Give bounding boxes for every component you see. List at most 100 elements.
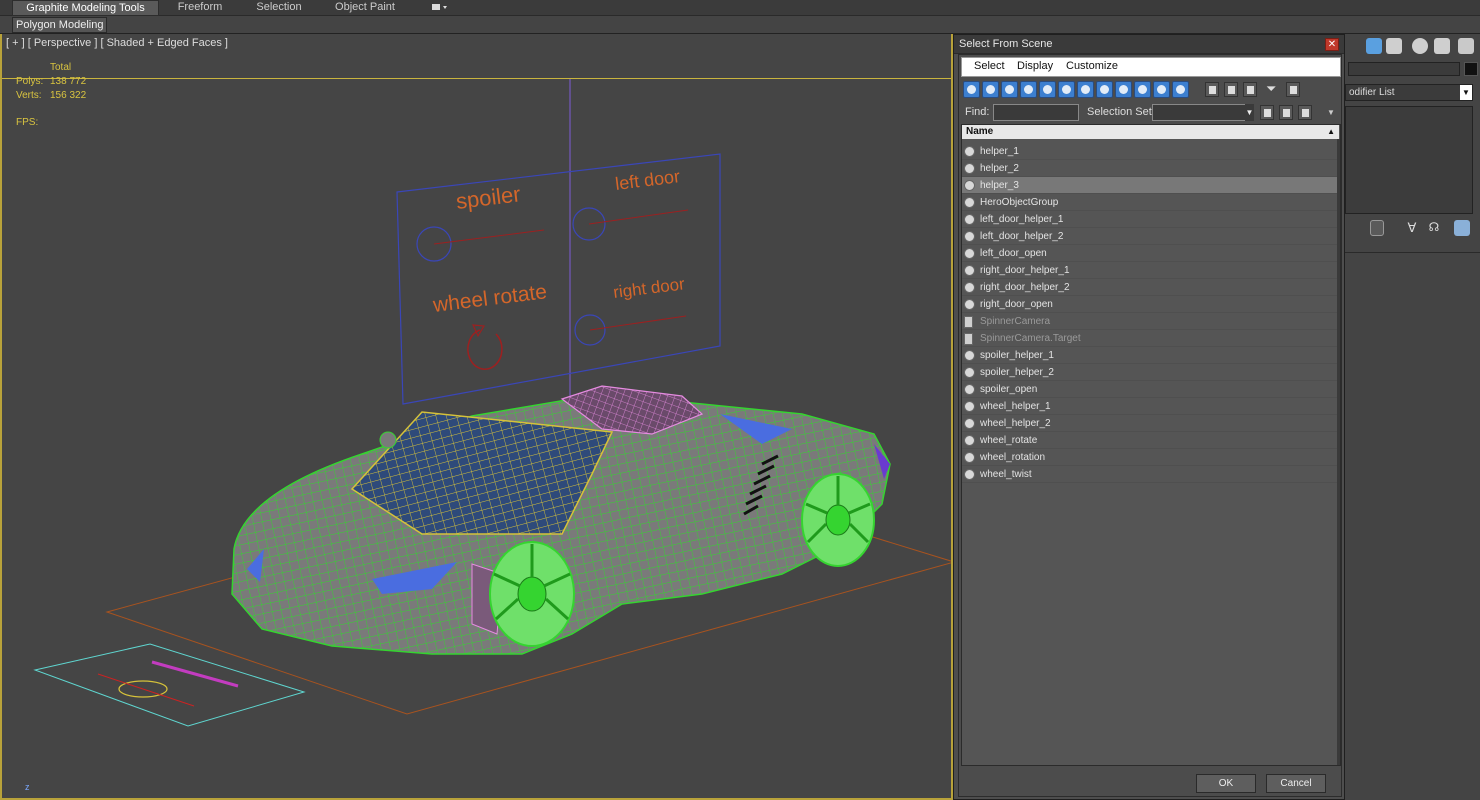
polygon-modeling-button[interactable]: Polygon Modeling	[12, 17, 108, 33]
modifier-list-dropdown[interactable]: odifier List ▼	[1345, 84, 1473, 101]
remove-selection-set-icon[interactable]	[1279, 105, 1293, 120]
configure-modifier-sets-icon[interactable]	[1454, 220, 1470, 236]
helper-icon	[964, 214, 975, 225]
list-item[interactable]: helper_3	[962, 177, 1339, 194]
show-end-result-icon[interactable]: ∀	[1404, 220, 1420, 236]
list-item-label: SpinnerCamera.Target	[980, 333, 1081, 344]
ribbon-tabs: Graphite Modeling Tools Freeform Selecti…	[0, 0, 1480, 16]
menu-select[interactable]: Select	[974, 60, 1005, 72]
list-item-label: left_door_helper_1	[980, 214, 1064, 225]
hierarchy-icon[interactable]	[1386, 38, 1402, 54]
list-scrollbar[interactable]	[1337, 139, 1340, 765]
list-item[interactable]: right_door_open	[962, 296, 1339, 313]
list-item-label: HeroObjectGroup	[980, 197, 1059, 208]
tab-object-paint[interactable]: Object Paint	[326, 0, 404, 16]
dialog-footer: OK Cancel	[959, 769, 1343, 797]
object-color-swatch[interactable]	[1464, 62, 1478, 76]
list-item[interactable]: SpinnerCamera.Target	[962, 330, 1339, 347]
tab-freeform[interactable]: Freeform	[168, 0, 232, 16]
dialog-body: Select Display Customize ⏷ Find: Selecti…	[958, 54, 1342, 797]
viewport-label[interactable]: [ + ] [ Perspective ] [ Shaded + Edged F…	[6, 37, 228, 49]
list-item[interactable]: wheel_helper_1	[962, 398, 1339, 415]
display-cameras-icon[interactable]	[1020, 81, 1037, 98]
make-unique-icon[interactable]: ☊	[1426, 220, 1442, 236]
list-item-label: left_door_open	[980, 248, 1047, 259]
motion-icon[interactable]	[1412, 38, 1428, 54]
list-rows: helper_1 helper_2 helper_3 HeroObjectGroup l…	[962, 143, 1339, 483]
list-item[interactable]: wheel_helper_2	[962, 415, 1339, 432]
list-item[interactable]: spoiler_helper_1	[962, 347, 1339, 364]
display-groups-icon[interactable]	[1077, 81, 1094, 98]
list-item[interactable]: spoiler_open	[962, 381, 1339, 398]
display-hidden-icon[interactable]	[1172, 81, 1189, 98]
list-item[interactable]: wheel_rotate	[962, 432, 1339, 449]
helper-icon	[964, 350, 975, 361]
ribbon-options-icon[interactable]	[428, 0, 450, 16]
list-item[interactable]: right_door_helper_2	[962, 279, 1339, 296]
object-name-field[interactable]	[1348, 62, 1460, 76]
menu-customize[interactable]: Customize	[1066, 60, 1118, 72]
modifier-stack[interactable]	[1345, 106, 1473, 214]
display-xrefs-icon[interactable]	[1096, 81, 1113, 98]
display-icon[interactable]	[1434, 38, 1450, 54]
list-item[interactable]: HeroObjectGroup	[962, 194, 1339, 211]
helper-icon	[964, 452, 975, 463]
tab-selection[interactable]: Selection	[246, 0, 312, 16]
list-item[interactable]: left_door_helper_2	[962, 228, 1339, 245]
chevron-down-icon[interactable]: ▼	[1245, 104, 1254, 121]
list-item[interactable]: helper_2	[962, 160, 1339, 177]
menu-display[interactable]: Display	[1017, 60, 1053, 72]
helper-icon	[964, 146, 975, 157]
list-item-label: right_door_open	[980, 299, 1053, 310]
helper-icon	[964, 265, 975, 276]
select-none-icon[interactable]	[1224, 82, 1238, 97]
selection-set-dropdown[interactable]	[1152, 104, 1254, 121]
display-helpers-icon[interactable]	[1039, 81, 1056, 98]
perspective-viewport[interactable]: spoiler left door wheel rotate right doo…	[0, 34, 953, 800]
display-containers-icon[interactable]	[1134, 81, 1151, 98]
expand-icon[interactable]: ▼	[1327, 108, 1335, 117]
list-item[interactable]: wheel_twist	[962, 466, 1339, 483]
helper-icon	[964, 418, 975, 429]
list-item[interactable]: spoiler_helper_2	[962, 364, 1339, 381]
display-shapes-icon[interactable]	[982, 81, 999, 98]
stats-polys-label: Polys:	[16, 76, 44, 87]
car-wireframe[interactable]	[231, 385, 891, 655]
filter-options-icon[interactable]	[1286, 82, 1300, 97]
list-item[interactable]: helper_1	[962, 143, 1339, 160]
list-item[interactable]: left_door_helper_1	[962, 211, 1339, 228]
helper-icon	[964, 367, 975, 378]
helper-icon	[964, 248, 975, 259]
list-item[interactable]: wheel_rotation	[962, 449, 1339, 466]
tab-graphite-modeling-tools[interactable]: Graphite Modeling Tools	[12, 0, 159, 16]
find-input[interactable]	[993, 104, 1079, 121]
display-frozen-icon[interactable]	[1153, 81, 1170, 98]
cancel-button[interactable]: Cancel	[1266, 774, 1326, 793]
list-item[interactable]: right_door_helper_1	[962, 262, 1339, 279]
stats-total-label: Total	[50, 62, 72, 73]
scene-object-list[interactable]: Name ▲ helper_1 helper_2 helper_3 HeroObject…	[961, 124, 1341, 766]
create-icon[interactable]	[1366, 38, 1382, 54]
dialog-title: Select From Scene	[959, 38, 1053, 50]
pin-stack-icon[interactable]	[1370, 220, 1384, 236]
create-selection-set-icon[interactable]	[1260, 105, 1274, 120]
dialog-title-bar[interactable]: Select From Scene ✕	[954, 35, 1344, 54]
display-bones-icon[interactable]	[1115, 81, 1132, 98]
list-item[interactable]: left_door_open	[962, 245, 1339, 262]
list-item[interactable]: SpinnerCamera	[962, 313, 1339, 330]
utilities-icon[interactable]	[1458, 38, 1474, 54]
ok-button[interactable]: OK	[1196, 774, 1256, 793]
display-geometry-icon[interactable]	[963, 81, 980, 98]
close-icon[interactable]: ✕	[1325, 38, 1339, 51]
ribbon-panel: Polygon Modeling	[0, 16, 1480, 34]
sort-arrow-icon: ▲	[1327, 127, 1335, 136]
select-invert-icon[interactable]	[1243, 82, 1257, 97]
display-lights-icon[interactable]	[1001, 81, 1018, 98]
filter-icon[interactable]: ⏷	[1266, 82, 1280, 97]
select-all-icon[interactable]	[1205, 82, 1219, 97]
add-to-selection-set-icon[interactable]	[1298, 105, 1312, 120]
column-header-name[interactable]: Name ▲	[962, 125, 1339, 139]
list-item-label: left_door_helper_2	[980, 231, 1064, 242]
display-space-warps-icon[interactable]	[1058, 81, 1075, 98]
list-item-label: wheel_helper_1	[980, 401, 1051, 412]
